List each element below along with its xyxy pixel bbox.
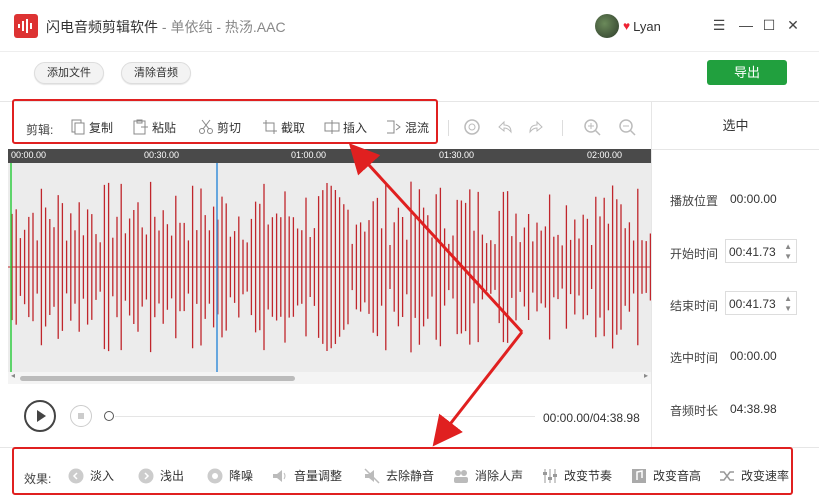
annotation-arrow-up: [357, 152, 522, 332]
annotation-arrow-down: [440, 332, 522, 437]
annotation-arrows: [0, 0, 819, 500]
